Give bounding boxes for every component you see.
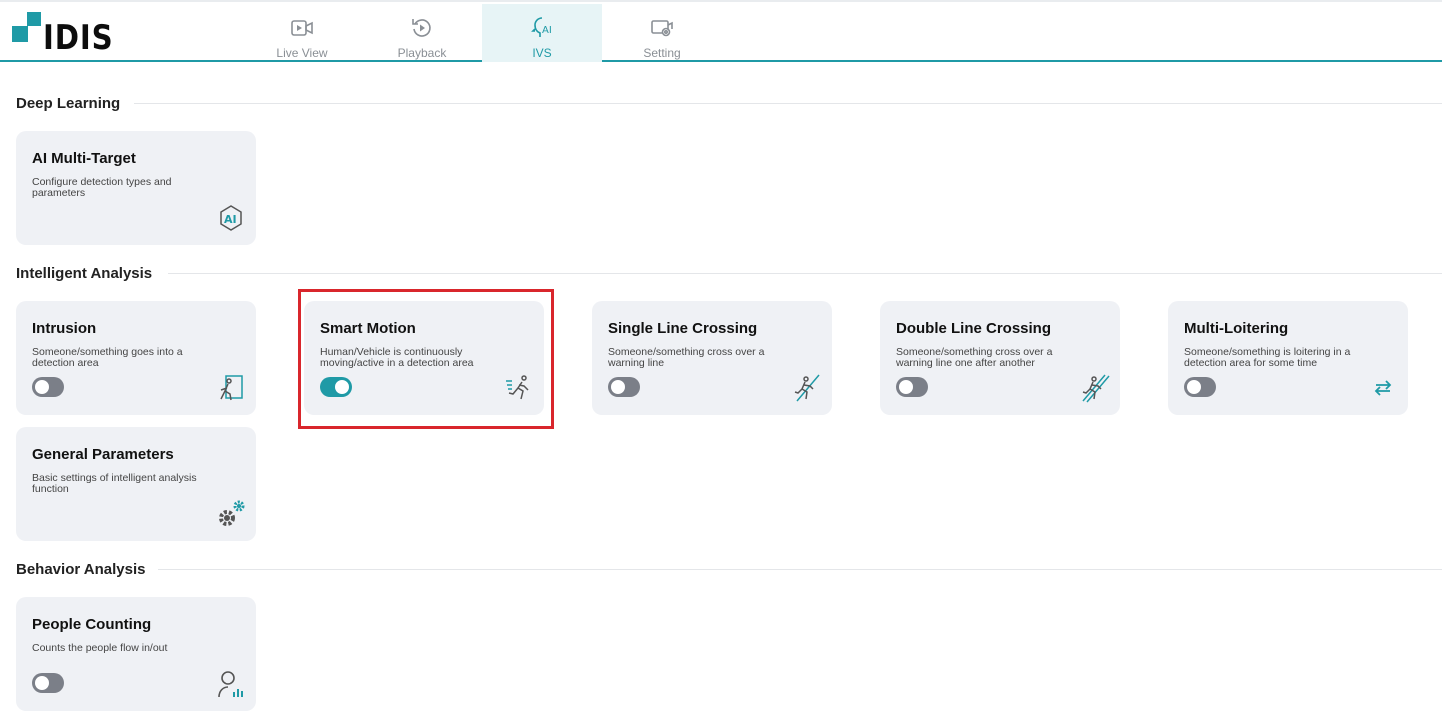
card-title: AI Multi-Target	[32, 150, 136, 167]
playback-icon	[412, 19, 431, 37]
video-icon	[291, 20, 313, 36]
card-single-line-crossing[interactable]: Single Line Crossing Someone/something c…	[592, 301, 832, 415]
card-double-line-crossing[interactable]: Double Line Crossing Someone/something c…	[880, 301, 1120, 415]
card-description: Someone/something cross over a warning l…	[896, 346, 1053, 369]
double-line-crossing-icon	[1082, 374, 1110, 403]
section-divider	[168, 273, 1442, 274]
people-counting-toggle[interactable]	[32, 673, 64, 693]
section-divider	[158, 569, 1442, 570]
card-title: General Parameters	[32, 446, 174, 463]
tab-ivs[interactable]: AI IVS	[482, 4, 602, 62]
card-people-counting[interactable]: People Counting Counts the people flow i…	[16, 597, 256, 711]
settings-camera-icon	[651, 20, 673, 37]
card-multi-loitering[interactable]: Multi-Loitering Someone/something is loi…	[1168, 301, 1408, 415]
loitering-arrows-icon	[1374, 380, 1392, 396]
card-title: Double Line Crossing	[896, 320, 1052, 337]
tab-live-view[interactable]: Live View	[242, 4, 362, 62]
section-intelligent-analysis: Intelligent Analysis	[16, 265, 153, 282]
card-description: Basic settings of intelligent analysis f…	[32, 472, 197, 495]
svg-text:AI: AI	[542, 25, 552, 36]
highlight-box	[298, 289, 554, 429]
tab-playback[interactable]: Playback	[362, 4, 482, 62]
card-description: Someone/something is loitering in a dete…	[1184, 346, 1351, 369]
section-deep-learning: Deep Learning	[16, 95, 121, 112]
single-line-toggle[interactable]	[608, 377, 640, 397]
ai-head-icon: AI	[531, 17, 552, 37]
people-counting-icon	[218, 671, 243, 698]
intrusion-icon	[220, 375, 243, 401]
tab-setting[interactable]: Setting	[602, 4, 722, 62]
card-description: Counts the people flow in/out	[32, 642, 168, 654]
gears-icon	[219, 500, 245, 526]
logo-text: IDIS	[43, 18, 114, 58]
card-title: Intrusion	[32, 320, 97, 337]
line-crossing-icon	[794, 374, 820, 402]
double-line-toggle[interactable]	[896, 377, 928, 397]
card-description: Configure detection types and parameters	[32, 176, 172, 199]
card-intrusion[interactable]: Intrusion Someone/something goes into a …	[16, 301, 256, 415]
ai-icon: AI	[220, 205, 242, 231]
card-general-parameters[interactable]: General Parameters Basic settings of int…	[16, 427, 256, 541]
tab-label: Setting	[643, 46, 681, 60]
multi-loitering-toggle[interactable]	[1184, 377, 1216, 397]
idis-logo: IDIS	[11, 10, 121, 58]
svg-text:AI: AI	[224, 213, 237, 226]
top-header: IDIS Live View Playback AI IVS Setting	[0, 0, 1442, 62]
card-title: Single Line Crossing	[608, 320, 758, 337]
tab-label: IVS	[532, 46, 552, 60]
tab-label: Live View	[276, 46, 328, 60]
card-ai-multi-target[interactable]: AI Multi-Target Configure detection type…	[16, 131, 256, 245]
intrusion-toggle[interactable]	[32, 377, 64, 397]
section-behavior-analysis: Behavior Analysis	[16, 561, 146, 578]
card-description: Someone/something cross over a warning l…	[608, 346, 765, 369]
card-title: People Counting	[32, 616, 152, 633]
section-divider	[134, 103, 1442, 104]
card-title: Multi-Loitering	[1184, 320, 1289, 337]
tab-label: Playback	[397, 46, 447, 60]
card-description: Someone/something goes into a detection …	[32, 346, 183, 369]
